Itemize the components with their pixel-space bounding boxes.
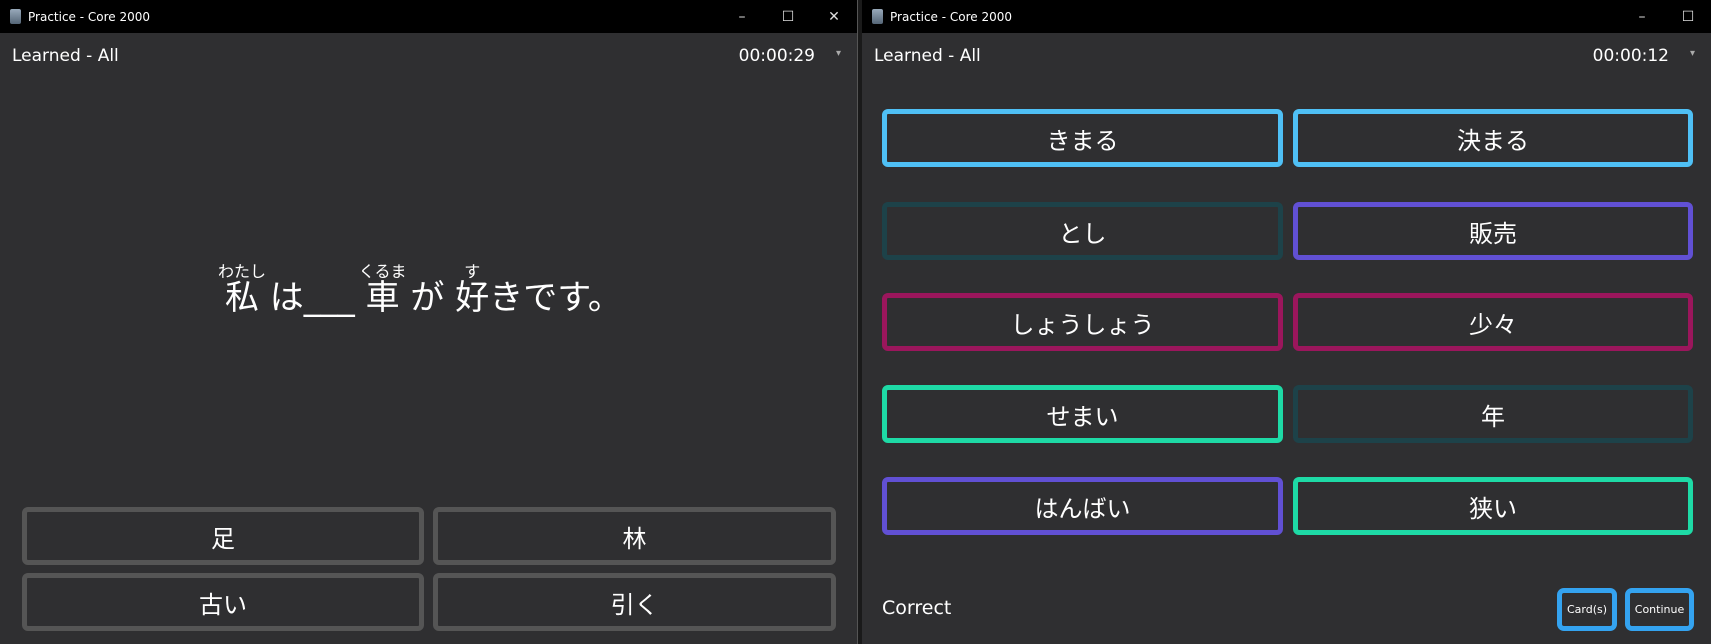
- word-watashi: 私わたし: [218, 262, 267, 318]
- question-sentence: 私わたし は___ 車くるま が 好すきです。: [218, 262, 622, 319]
- match-tile-left[interactable]: とし: [882, 202, 1283, 260]
- continue-button[interactable]: Continue: [1625, 588, 1694, 631]
- sentence-text: きです。: [489, 278, 622, 318]
- app-icon: [872, 9, 883, 24]
- match-tile-left[interactable]: きまる: [882, 109, 1283, 167]
- deck-label: Learned - All: [874, 46, 981, 66]
- deck-label: Learned - All: [12, 46, 119, 66]
- maximize-button[interactable]: ☐: [765, 0, 811, 33]
- match-tile-left[interactable]: しょうしょう: [882, 293, 1283, 351]
- cards-button[interactable]: Card(s): [1557, 588, 1617, 631]
- result-status: Correct: [882, 597, 952, 619]
- word-suki: 好す: [455, 262, 490, 318]
- practice-window-left: Practice - Core 2000 – ☐ ✕ Learned - All…: [0, 0, 858, 644]
- window-title: Practice - Core 2000: [890, 9, 1013, 24]
- close-button[interactable]: ✕: [811, 0, 857, 33]
- minimize-button[interactable]: –: [719, 0, 765, 33]
- minimize-button[interactable]: –: [1619, 0, 1665, 33]
- choice-button[interactable]: 林: [433, 507, 836, 565]
- timer: 00:00:12: [1592, 46, 1669, 66]
- choice-button[interactable]: 足: [22, 507, 424, 565]
- app-icon: [10, 9, 21, 24]
- maximize-button[interactable]: ☐: [1665, 0, 1711, 33]
- match-tile-left[interactable]: はんばい: [882, 477, 1283, 535]
- match-tile-right[interactable]: 販売: [1293, 202, 1693, 260]
- match-tile-left[interactable]: せまい: [882, 385, 1283, 443]
- match-tile-right[interactable]: 年: [1293, 385, 1693, 443]
- title-bar: Practice - Core 2000 – ☐: [862, 0, 1711, 33]
- furigana: わたし: [218, 262, 267, 281]
- window-title: Practice - Core 2000: [28, 9, 151, 24]
- word-kuruma: 車くるま: [358, 262, 407, 318]
- timer: 00:00:29: [738, 46, 815, 66]
- match-tile-right[interactable]: 狭い: [1293, 477, 1693, 535]
- furigana: す: [455, 262, 490, 281]
- title-bar: Practice - Core 2000 – ☐ ✕: [0, 0, 857, 33]
- practice-window-right: Practice - Core 2000 – ☐ Learned - All 0…: [862, 0, 1711, 644]
- match-tile-right[interactable]: 決まる: [1293, 109, 1693, 167]
- timer-dropdown-icon[interactable]: ▾: [1690, 48, 1695, 59]
- sentence-text: が: [399, 278, 456, 318]
- choice-button[interactable]: 古い: [22, 573, 424, 631]
- sentence-text: は___: [259, 278, 366, 318]
- furigana: くるま: [358, 262, 407, 281]
- choice-button[interactable]: 引く: [433, 573, 836, 631]
- timer-dropdown-icon[interactable]: ▾: [836, 48, 841, 59]
- match-tile-right[interactable]: 少々: [1293, 293, 1693, 351]
